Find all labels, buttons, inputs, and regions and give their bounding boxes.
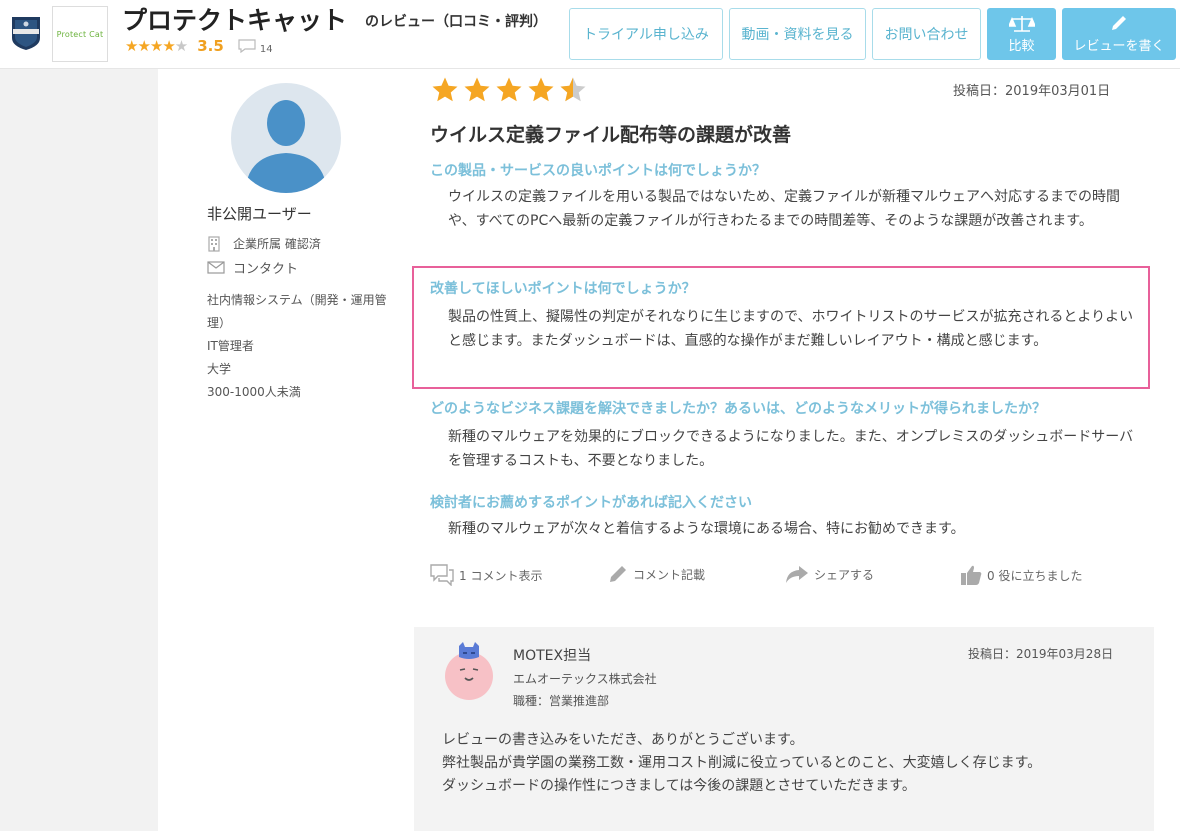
review-actions: 1 コメント表示 コメント記載 シェアする 0 役に立ちました xyxy=(430,564,1150,590)
thumbs-up-icon xyxy=(961,565,982,585)
contact-link[interactable]: コンタクト xyxy=(207,258,298,277)
write-review-button[interactable]: レビューを書く xyxy=(1062,8,1176,60)
answer-business-benefits: 新種のマルウェアを効果的にブロックできるようになりました。また、オンプレミスのダ… xyxy=(448,429,1134,469)
product-logo-text: Protect Cat xyxy=(56,29,104,39)
trial-button[interactable]: トライアル申し込み xyxy=(569,8,723,60)
write-comment-label: コメント記載 xyxy=(633,567,706,582)
product-name: プロテクトキャット xyxy=(122,6,348,35)
left-gutter xyxy=(0,69,158,831)
helpful-button[interactable]: 0 役に立ちました xyxy=(960,564,1082,586)
header-rating-value: 3.5 xyxy=(197,37,224,55)
reply-message: レビューの書き込みをいただき、ありがとうございます。 弊社製品が貴学園の業務工数… xyxy=(442,729,1142,798)
reply-post-date: 投稿日：2019年03月28日 xyxy=(968,647,1114,661)
show-comments-label: 1 コメント表示 xyxy=(459,568,543,583)
share-icon xyxy=(786,566,808,583)
pencil-icon xyxy=(1112,15,1126,30)
star-icon xyxy=(496,77,522,102)
materials-button[interactable]: 動画・資料を見る xyxy=(729,8,866,60)
affiliation-text: 企業所属 確認済 xyxy=(233,237,321,251)
reply-company: エムオーテックス株式会社 xyxy=(513,672,657,686)
reviewer-company-size: 300-1000人未満 xyxy=(207,385,301,399)
question-recommendation: 検討者にお薦めするポイントがあれば記入ください xyxy=(430,495,752,511)
star-icon xyxy=(432,77,458,102)
award-badge-icon xyxy=(12,17,40,50)
review-suffix: のレビュー（口コミ・評判） xyxy=(365,14,547,30)
right-gutter xyxy=(1158,69,1180,831)
answer-good-points: ウイルスの定義ファイルを用いる製品ではないため、定義ファイルが新種マルウェアへ対… xyxy=(448,189,1120,229)
page-header: Protect Cat プロテクトキャット のレビュー（口コミ・評判） ★★★★… xyxy=(0,0,1180,69)
header-rating: ★★★★★ 3.5 14 xyxy=(125,37,273,55)
mascot-icon xyxy=(445,642,493,700)
mail-icon xyxy=(207,261,225,274)
reviewer-name: 非公開ユーザー xyxy=(207,205,312,223)
affiliation-line: 企業所属 確認済 xyxy=(207,235,321,252)
building-icon xyxy=(208,235,220,252)
question-business-benefits: どのようなビジネス課題を解決できましたか？あるいは、どのようなメリットが得られま… xyxy=(430,401,1046,417)
pencil-icon xyxy=(610,566,626,582)
product-logo[interactable]: Protect Cat xyxy=(52,6,108,62)
share-button[interactable]: シェアする xyxy=(785,564,874,584)
user-silhouette-icon xyxy=(245,100,327,193)
show-comments-button[interactable]: 1 コメント表示 xyxy=(430,564,542,586)
review-stars xyxy=(430,75,588,105)
reviewer-details: 社内情報システム（開発・運用管理） IT管理者 大学 300-1000人未満 xyxy=(207,289,402,404)
answer-recommendation: 新種のマルウェアが次々と着信するような環境にある場合、特にお勧めできます。 xyxy=(448,521,965,537)
avatar xyxy=(231,83,341,193)
write-comment-button[interactable]: コメント記載 xyxy=(608,564,705,584)
contact-button[interactable]: お問い合わせ xyxy=(872,8,981,60)
reply-line: ダッシュボードの操作性につきましては今後の課題とさせていただきます。 xyxy=(442,778,916,794)
reviewer-department: 社内情報システム（開発・運用管理） xyxy=(207,293,387,330)
comment-icon xyxy=(238,39,256,53)
reply-author-name: MOTEX担当 xyxy=(513,648,592,664)
reply-line: レビューの書き込みをいただき、ありがとうございます。 xyxy=(442,732,804,748)
scale-icon xyxy=(1008,15,1035,32)
half-star-icon xyxy=(560,77,586,102)
review-post-date: 投稿日：2019年03月01日 xyxy=(953,84,1111,99)
comments-icon xyxy=(430,564,454,586)
reply-line: 弊社製品が貴学園の業務工数・運用コスト削減に役立っているとのこと、大変嬉しく存じ… xyxy=(442,755,1042,771)
helpful-label: 0 役に立ちました xyxy=(987,568,1083,583)
reply-role: 職種：営業推進部 xyxy=(513,694,610,708)
contact-text: コンタクト xyxy=(233,262,299,277)
write-review-label: レビューを書く xyxy=(1073,38,1165,54)
reviewer-role: IT管理者 xyxy=(207,339,254,353)
question-good-points: この製品・サービスの良いポイントは何でしょうか？ xyxy=(430,163,766,179)
question-improvements: 改善してほしいポイントは何でしょうか？ xyxy=(430,281,696,297)
answer-improvements: 製品の性質上、擬陽性の判定がそれなりに生じますので、ホワイトリストのサービスが拡… xyxy=(448,309,1134,349)
comment-count[interactable]: 14 xyxy=(260,44,273,55)
compare-button[interactable]: 比較 xyxy=(987,8,1056,60)
star-icon xyxy=(464,77,490,102)
share-label: シェアする xyxy=(814,567,875,582)
review-title: ウイルス定義ファイル配布等の課題が改善 xyxy=(430,124,792,146)
star-icon xyxy=(528,77,554,102)
header-stars-icon: ★★★★★ xyxy=(125,37,188,55)
reviewer-industry: 大学 xyxy=(207,362,232,376)
compare-label: 比較 xyxy=(1008,38,1035,54)
